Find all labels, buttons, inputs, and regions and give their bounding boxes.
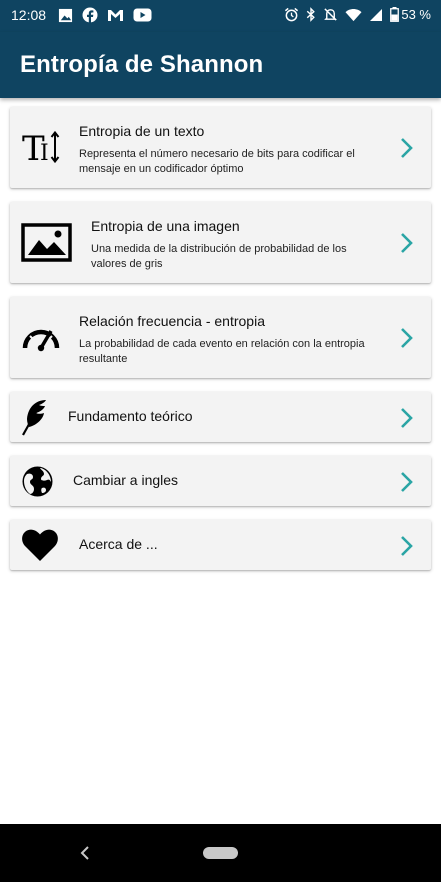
status-bar: 12:08 53 %	[0, 0, 441, 32]
chevron-right-icon	[401, 328, 413, 348]
card-frequency-entropy[interactable]: Relación frecuencia - entropia La probab…	[10, 297, 431, 378]
card-about[interactable]: Acerca de ...	[10, 520, 431, 570]
card-title: Relación frecuencia - entropia	[79, 313, 265, 329]
card-title: Entropia de una imagen	[91, 218, 240, 234]
chevron-right-icon	[401, 233, 413, 253]
chevron-right-icon	[401, 536, 413, 556]
card-text-entropy[interactable]: T I Entropia de un texto Representa el n…	[10, 107, 431, 188]
battery-percentage: 53 %	[401, 7, 431, 22]
card-description: La probabilidad de cada evento en relaci…	[79, 338, 365, 365]
app-bar: Entropía de Shannon	[0, 32, 441, 98]
app-title: Entropía de Shannon	[20, 51, 264, 78]
card-image-entropy[interactable]: Entropia de una imagen Una medida de la …	[10, 202, 431, 283]
facebook-icon	[82, 7, 98, 23]
navigation-bar	[0, 824, 441, 882]
speedometer-icon	[21, 322, 61, 352]
svg-text:I: I	[40, 141, 49, 165]
card-title: Acerca de ...	[79, 536, 158, 552]
back-icon[interactable]	[76, 843, 94, 863]
chevron-right-icon	[401, 472, 413, 492]
card-description: Una medida de la distribución de probabi…	[91, 243, 347, 270]
status-notification-icons	[58, 7, 152, 23]
alarm-icon	[284, 7, 299, 22]
gmail-icon	[108, 9, 123, 21]
card-title: Fundamento teórico	[68, 408, 193, 424]
image-notification-icon	[58, 8, 73, 22]
globe-icon	[21, 465, 54, 498]
signal-icon	[370, 8, 382, 21]
feather-icon	[20, 397, 50, 437]
mute-icon	[324, 8, 337, 21]
card-theory[interactable]: Fundamento teórico	[10, 392, 431, 442]
status-time: 12:08	[11, 7, 47, 23]
home-pill-button[interactable]	[203, 847, 238, 859]
bluetooth-icon	[306, 7, 315, 22]
card-title: Entropia de un texto	[79, 123, 205, 139]
chevron-right-icon	[401, 408, 413, 428]
card-description: Representa el número necesario de bits p…	[79, 148, 355, 175]
youtube-icon	[133, 8, 152, 22]
battery-icon	[390, 7, 399, 22]
wifi-icon	[345, 8, 362, 21]
status-system-icons	[284, 7, 399, 22]
text-size-icon: T I	[22, 129, 62, 165]
image-icon	[21, 223, 73, 263]
card-title: Cambiar a ingles	[73, 472, 179, 488]
card-change-language[interactable]: Cambiar a ingles	[10, 456, 431, 506]
chevron-right-icon	[401, 138, 413, 158]
heart-icon	[21, 528, 59, 562]
